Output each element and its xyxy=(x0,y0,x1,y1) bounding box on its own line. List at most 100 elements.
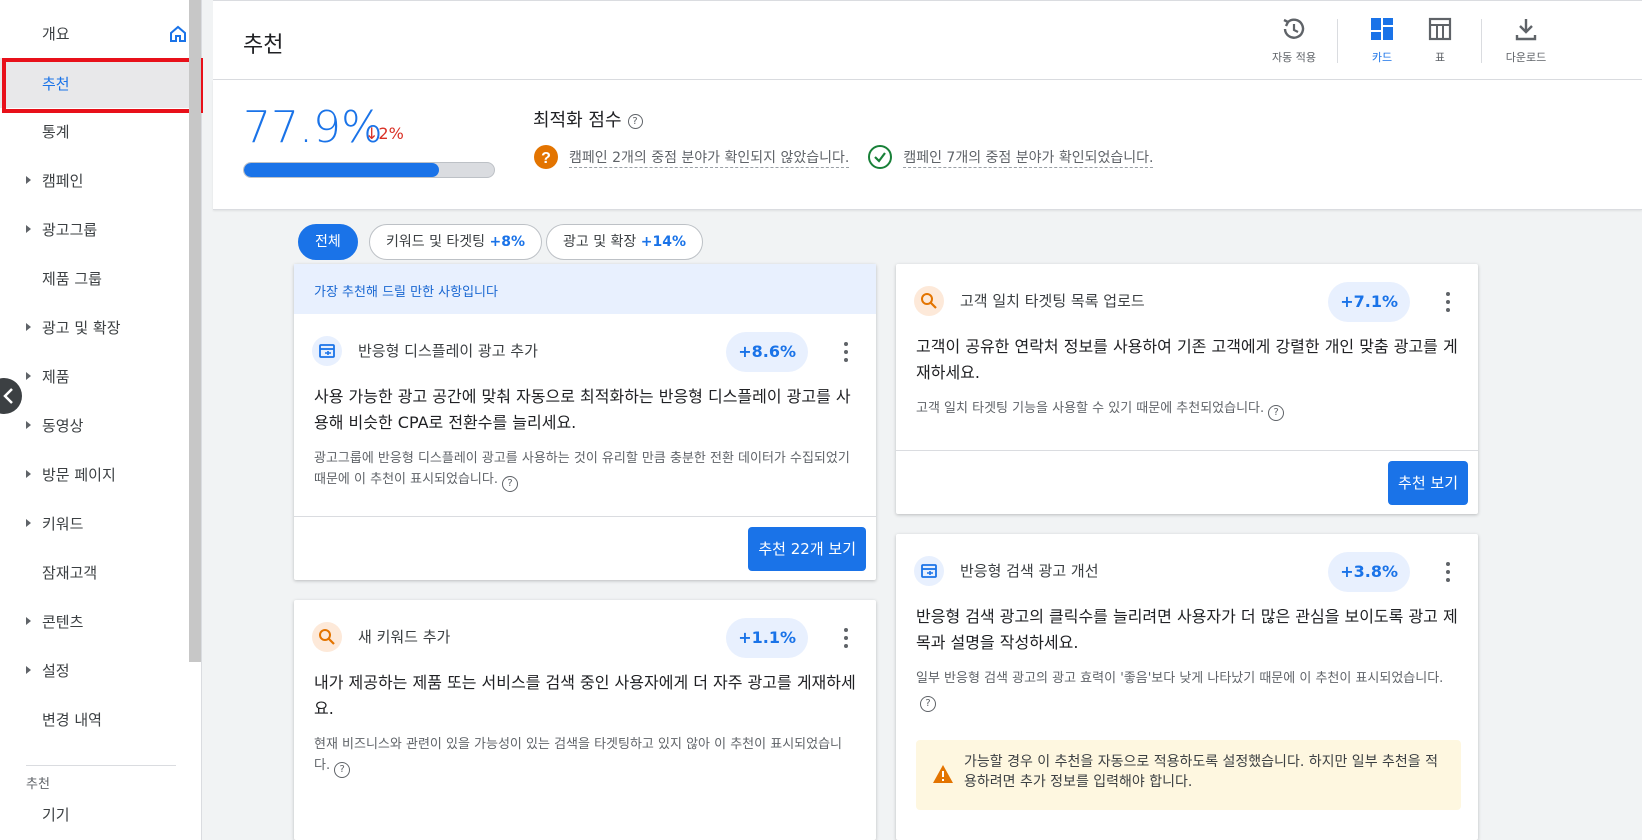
card-title: 반응형 검색 광고 개선 xyxy=(960,562,1099,580)
expand-caret-icon xyxy=(26,421,31,429)
question-circle-icon: ? xyxy=(534,145,558,169)
card-reason: 광고그룹에 반응형 디스플레이 광고를 사용하는 것이 유리할 만큼 충분한 전… xyxy=(294,436,876,492)
filter-chip-gain: +8% xyxy=(489,234,526,250)
sidebar-item-audiences[interactable]: 잠재고객 xyxy=(0,547,190,597)
table-view-button[interactable]: 표 xyxy=(1405,15,1475,71)
card-reason-text: 일부 반응형 검색 광고의 광고 효력이 '좋음'보다 낮게 나타났기 때문에 … xyxy=(916,671,1444,686)
home-icon[interactable] xyxy=(168,24,188,44)
view-recommendation-button[interactable]: 추천 보기 xyxy=(1388,461,1468,505)
filter-chip-ads-extensions[interactable]: 광고 및 확장 +14% xyxy=(546,224,704,260)
filter-chip-all[interactable]: 전체 xyxy=(298,224,358,260)
search-icon xyxy=(914,286,944,316)
optimization-score-panel: 77.9% ↓2% 최적화 점수? ? 캠페인 2개의 중점 분야가 확인되지 … xyxy=(213,80,1642,210)
card-description: 사용 가능한 광고 공간에 맞춰 자동으로 최적화하는 반응형 디스플레이 광고… xyxy=(314,387,851,432)
check-circle-icon xyxy=(868,145,893,169)
filter-chip-gain: +14% xyxy=(640,234,687,250)
sidebar-item-label: 동영상 xyxy=(42,416,84,435)
sidebar-section-label: 추천 xyxy=(26,777,50,792)
sidebar-item-label: 키워드 xyxy=(42,514,84,533)
help-icon[interactable]: ? xyxy=(501,476,518,492)
sidebar-item-label: 광고 및 확장 xyxy=(42,318,121,337)
sidebar-item-overview[interactable]: 개요 xyxy=(0,8,190,58)
sidebar-item-product-groups[interactable]: 제품 그룹 xyxy=(0,253,190,303)
card-header: 반응형 디스플레이 광고 추가 +8.6% xyxy=(294,314,876,384)
sidebar-item-settings[interactable]: 설정 xyxy=(0,645,190,695)
filter-chip-label: 전체 xyxy=(315,234,341,250)
toolbar-divider xyxy=(1481,19,1482,63)
unconfirmed-focus-link[interactable]: 캠페인 2개의 중점 분야가 확인되지 않았습니다. xyxy=(569,147,850,168)
score-progress-fill xyxy=(244,163,439,177)
sidebar-item-label: 잠재고객 xyxy=(42,563,98,582)
score-change-value: 2% xyxy=(378,124,404,143)
sidebar-item-keywords[interactable]: 키워드 xyxy=(0,498,190,548)
more-options-icon[interactable] xyxy=(844,628,848,652)
sidebar-item-statistics[interactable]: 통계 xyxy=(0,106,190,156)
display-ad-icon xyxy=(312,336,342,366)
score-change: ↓2% xyxy=(365,124,404,143)
expand-caret-icon xyxy=(26,225,31,233)
more-options-icon[interactable] xyxy=(844,342,848,366)
help-icon[interactable]: ? xyxy=(627,114,643,129)
filter-chip-label: 키워드 및 타겟팅 xyxy=(386,234,486,250)
sidebar-item-label: 광고그룹 xyxy=(42,220,98,239)
view-recommendations-button[interactable]: 추천 22개 보기 xyxy=(748,527,866,571)
help-icon[interactable]: ? xyxy=(1268,405,1285,421)
table-icon xyxy=(1428,17,1452,41)
help-icon[interactable]: ? xyxy=(920,696,936,712)
search-ad-icon xyxy=(914,556,944,586)
card-reason: 일부 반응형 검색 광고의 광고 효력이 '좋음'보다 낮게 나타났기 때문에 … xyxy=(896,656,1478,712)
auto-apply-warning: 가능할 경우 이 추천을 자동으로 적용하도록 설정했습니다. 하지만 일부 추… xyxy=(916,740,1461,810)
sidebar-item-landing-pages[interactable]: 방문 페이지 xyxy=(0,449,190,499)
sidebar-item-label: 캠페인 xyxy=(42,171,84,190)
sidebar-item-change-history[interactable]: 변경 내역 xyxy=(0,694,190,744)
sidebar-item-label: 콘텐츠 xyxy=(42,612,84,631)
card-title: 반응형 디스플레이 광고 추가 xyxy=(358,342,538,360)
sidebar-item-ads-extensions[interactable]: 광고 및 확장 xyxy=(0,302,190,352)
expand-caret-icon xyxy=(26,470,31,478)
sidebar-item-campaigns[interactable]: 캠페인 xyxy=(0,155,190,205)
sidebar-item-label: 제품 그룹 xyxy=(42,269,102,288)
help-icon[interactable]: ? xyxy=(334,762,351,778)
card-reason: 고객 일치 타겟팅 기능을 사용할 수 있기 때문에 추천되었습니다.? xyxy=(896,386,1478,421)
search-icon xyxy=(312,622,342,652)
sidebar-item-label: 설정 xyxy=(42,661,70,680)
card-title: 고객 일치 타겟팅 목록 업로드 xyxy=(960,292,1145,310)
card-footer: 추천 22개 보기 xyxy=(294,516,876,580)
page-header: 추천 자동 적용 카드 표 다운로드 xyxy=(213,0,1642,80)
more-options-icon[interactable] xyxy=(1446,562,1450,586)
card-footer: 추천 보기 xyxy=(896,450,1478,514)
expand-caret-icon xyxy=(26,176,31,184)
confirmed-focus-link[interactable]: 캠페인 7개의 중점 분야가 확인되었습니다. xyxy=(903,147,1154,168)
score-gain-badge: +3.8% xyxy=(1328,552,1410,592)
sidebar-item-ad-groups[interactable]: 광고그룹 xyxy=(0,204,190,254)
arrow-down-icon: ↓ xyxy=(365,124,379,143)
card-reason-text: 현재 비즈니스와 관련이 있을 가능성이 있는 검색을 타겟팅하고 있지 않아 … xyxy=(314,737,842,773)
sidebar-item-devices[interactable]: 기기 xyxy=(0,794,190,834)
auto-apply-button[interactable]: 자동 적용 xyxy=(1259,15,1329,71)
sidebar-item-products[interactable]: 제품 xyxy=(0,351,190,401)
sidebar-item-content[interactable]: 콘텐츠 xyxy=(0,596,190,646)
focus-areas-row: ? 캠페인 2개의 중점 분야가 확인되지 않았습니다. 캠페인 7개의 중점 … xyxy=(533,144,1171,170)
sidebar-item-videos[interactable]: 동영상 xyxy=(0,400,190,450)
sidebar-item-label: 제품 xyxy=(42,367,70,386)
selection-highlight xyxy=(2,58,203,113)
more-options-icon[interactable] xyxy=(1446,292,1450,316)
expand-caret-icon xyxy=(26,617,31,625)
optimization-score-value: 77.9% xyxy=(243,102,383,153)
filter-chip-keywords[interactable]: 키워드 및 타겟팅 +8% xyxy=(369,224,543,260)
card-reason-text: 광고그룹에 반응형 디스플레이 광고를 사용하는 것이 유리할 만큼 충분한 전… xyxy=(314,451,850,487)
sidebar-item-label: 통계 xyxy=(42,122,70,141)
sidebar-item-label: 방문 페이지 xyxy=(42,465,116,484)
sidebar-divider xyxy=(26,765,176,766)
page-title: 추천 xyxy=(243,33,284,58)
download-button[interactable]: 다운로드 xyxy=(1491,15,1561,71)
filter-chip-label: 광고 및 확장 xyxy=(563,234,637,250)
expand-caret-icon xyxy=(26,666,31,674)
history-clock-icon xyxy=(1283,18,1305,39)
sidebar-scrollbar[interactable] xyxy=(189,0,201,662)
sidebar-item-label: 기기 xyxy=(42,805,70,824)
optimization-score-title: 최적화 점수? xyxy=(533,106,643,132)
card-header: 고객 일치 타겟팅 목록 업로드 +7.1% xyxy=(896,264,1478,334)
expand-caret-icon xyxy=(26,519,31,527)
chevron-left-icon xyxy=(3,388,13,404)
